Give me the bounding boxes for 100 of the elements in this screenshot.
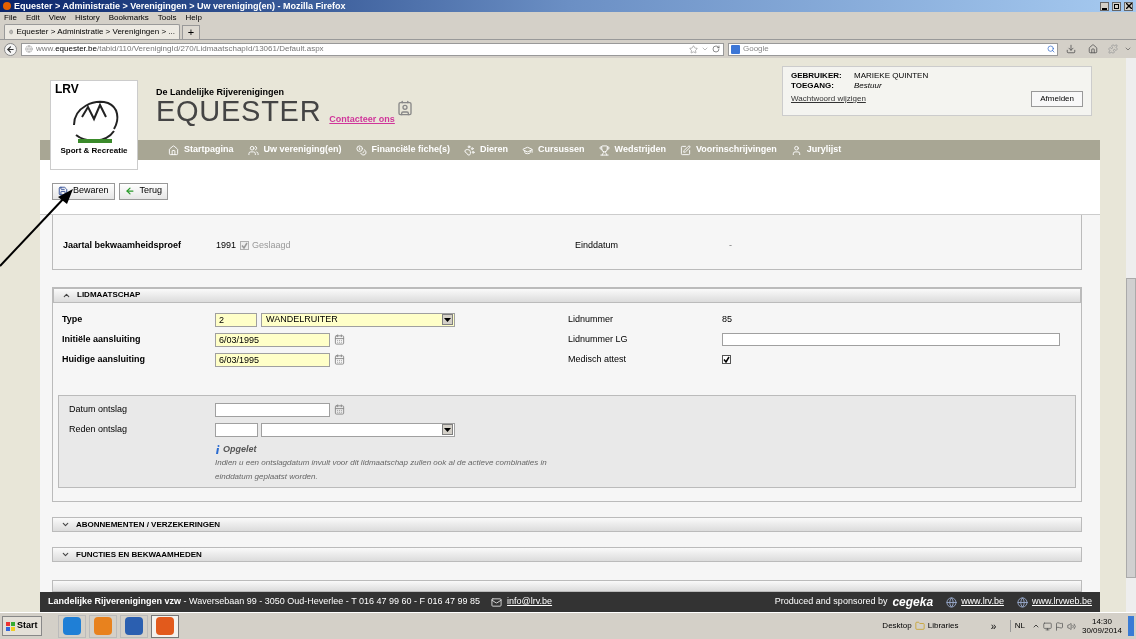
menu-item[interactable]: Tools	[157, 13, 177, 22]
caret-icon[interactable]	[1124, 45, 1132, 53]
reason-select[interactable]	[261, 422, 455, 437]
section-header[interactable]: ABONNEMENTEN / VERZEKERINGEN	[52, 517, 1082, 532]
chevron-icon[interactable]	[1031, 622, 1040, 630]
minimize-button[interactable]	[1100, 1, 1109, 11]
address-field[interactable]: www.equester.be/tabid/110/VerenigingId/270/LidmaatschapId/13061/Default.aspx	[21, 42, 724, 56]
download-icon[interactable]	[1066, 44, 1076, 54]
footer-link[interactable]: www.lrvweb.be	[1031, 595, 1092, 609]
menu-item[interactable]: Bookmarks	[108, 13, 149, 22]
field-label: Datum ontslag	[69, 403, 129, 416]
nav-icon	[522, 144, 534, 156]
nav-icon	[355, 144, 367, 156]
taskbar-app[interactable]	[88, 614, 117, 638]
member-number-value: 85	[722, 313, 732, 326]
nav-icon	[790, 144, 802, 156]
note-title: Opgelet	[223, 442, 257, 456]
windows-icon	[6, 621, 15, 631]
scrollbar[interactable]	[1126, 58, 1136, 612]
date-field[interactable]	[215, 402, 330, 417]
home-icon[interactable]	[1088, 44, 1098, 54]
save-icon	[58, 186, 68, 196]
reload-icon[interactable]	[712, 45, 720, 53]
menu-item[interactable]: File	[4, 13, 17, 22]
calendar-icon[interactable]	[334, 404, 345, 416]
field-label: Huidige aansluiting	[62, 353, 146, 366]
taskbar-app[interactable]	[150, 614, 179, 638]
field-label: Einddatum	[575, 239, 620, 253]
close-button[interactable]	[1124, 1, 1133, 11]
field-label: Initiële aansluiting	[62, 333, 142, 346]
checkbox[interactable]	[722, 355, 731, 365]
app-icon	[155, 617, 174, 635]
menu-item[interactable]: Edit	[25, 13, 40, 22]
caret-icon[interactable]	[701, 45, 709, 53]
nav-icon	[598, 144, 610, 156]
footer-link[interactable]: www.lrv.be	[961, 595, 1004, 609]
calendar-icon[interactable]	[334, 354, 345, 366]
speaker-icon[interactable]	[1066, 621, 1076, 631]
back-button[interactable]	[4, 42, 17, 56]
app-icon	[93, 617, 112, 635]
browser-tab[interactable]: Equester > Administratie > Verenigingen > ...	[4, 24, 180, 39]
globe-icon	[25, 45, 33, 53]
footer-address: Landelijke Rijverenigingen vzw - Waversebaan 99 - 3050 Oud-Heverlee - T 016 47 99 60 - F 016 47 99 85	[48, 595, 481, 609]
access-label: TOEGANG:	[791, 81, 835, 91]
libraries-toolbar[interactable]: Libraries	[927, 620, 988, 632]
menu-item[interactable]: History	[74, 13, 100, 22]
logo-text: LRV	[55, 83, 79, 95]
restore-icon	[1113, 3, 1120, 9]
nav-icon	[247, 144, 259, 156]
search-field[interactable]: Google	[728, 42, 1058, 56]
sponsor-logo: cegeka	[892, 594, 934, 611]
desktop-toolbar[interactable]: Desktop	[882, 620, 912, 632]
access-value: Bestuur	[854, 81, 882, 91]
section-header[interactable]: FUNCTIES EN BEKWAAMHEDEN	[52, 547, 1082, 562]
taskbar-app[interactable]	[119, 614, 148, 638]
back-button[interactable]: Terug	[118, 182, 169, 200]
calendar-icon[interactable]	[334, 334, 345, 346]
minimize-icon	[1102, 7, 1107, 10]
member-number-field[interactable]	[722, 333, 1060, 347]
type-code-field[interactable]: 2	[215, 312, 257, 327]
app-icon	[124, 617, 143, 635]
search-engine-icon	[731, 44, 740, 54]
password-link[interactable]: Wachtwoord wijzigen	[791, 94, 866, 104]
start-button[interactable]: Start	[2, 616, 42, 636]
close-icon	[1125, 3, 1132, 9]
app-icon	[62, 617, 81, 635]
sponsor-text: Produced and sponsored by	[774, 595, 888, 609]
field-label: Reden ontslag	[69, 423, 129, 436]
language-indicator[interactable]: NL	[1009, 620, 1029, 632]
reason-code-field[interactable]	[215, 422, 258, 437]
mail-icon	[491, 596, 503, 608]
save-button[interactable]: Bewaren	[52, 182, 115, 200]
puzzle-icon[interactable]	[1108, 44, 1118, 54]
type-select[interactable]: WANDELRUITER	[261, 312, 455, 327]
user-label: GEBRUIKER:	[791, 71, 843, 81]
taskbar-app[interactable]	[57, 614, 86, 638]
menu-item[interactable]: View	[48, 13, 66, 22]
logout-button[interactable]: Afmelden	[1031, 91, 1083, 107]
clock[interactable]: 14:30 30/09/2014	[1078, 617, 1125, 635]
year-value: 1991	[216, 239, 237, 253]
network-icon[interactable]	[1042, 621, 1052, 631]
date-field[interactable]: 6/03/1995	[215, 352, 330, 367]
nav-icon	[168, 144, 179, 156]
menu-item[interactable]: Help	[185, 13, 202, 22]
passed-label: Geslaagd	[252, 239, 292, 253]
email-link[interactable]: info@lrv.be	[507, 595, 553, 609]
field-label: Medisch attest	[568, 353, 628, 366]
flag-icon[interactable]	[1054, 621, 1064, 631]
contact-link[interactable]: Contacteer ons	[329, 112, 395, 126]
page-icon	[9, 28, 14, 36]
nav-icon	[464, 144, 476, 156]
new-tab-button[interactable]: +	[182, 25, 200, 39]
star-icon[interactable]	[689, 44, 698, 54]
restore-button[interactable]	[1112, 1, 1121, 11]
date-field[interactable]: 6/03/1995	[215, 332, 330, 347]
arrow-left-icon	[124, 186, 135, 196]
more-button[interactable]: »	[990, 618, 1007, 634]
search-icon[interactable]	[1047, 45, 1055, 53]
section-header[interactable]: LIDMAATSCHAP	[53, 287, 1081, 303]
site-subtitle: De Landelijke Rijverenigingen	[156, 88, 286, 97]
